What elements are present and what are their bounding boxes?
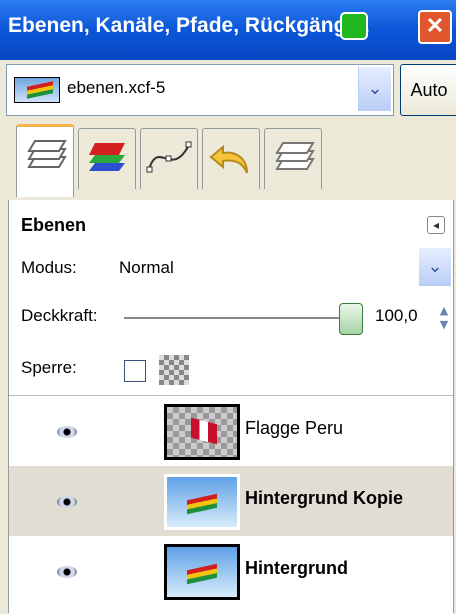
layer-name[interactable]: Hintergrund Kopie xyxy=(245,488,403,509)
tab-undo[interactable] xyxy=(202,128,260,189)
layer-name[interactable]: Hintergrund xyxy=(245,558,348,579)
lock-pixels-checkbox[interactable] xyxy=(124,360,146,382)
panel-menu-icon[interactable]: ◂ xyxy=(427,216,445,234)
layers-icon xyxy=(27,140,67,168)
image-thumbnail xyxy=(14,77,60,103)
eye-icon[interactable] xyxy=(57,566,77,578)
layer-row[interactable]: Flagge Peru xyxy=(9,396,453,466)
mode-select[interactable]: Normal xyxy=(119,258,174,278)
panel-title: Ebenen xyxy=(21,215,87,235)
eye-icon[interactable] xyxy=(57,496,77,508)
eye-icon[interactable] xyxy=(57,426,77,438)
layer-name[interactable]: Flagge Peru xyxy=(245,418,343,439)
layer-thumbnail xyxy=(164,404,240,460)
opacity-value[interactable]: 100,0 xyxy=(375,306,418,326)
layers-list: Flagge Peru Hintergrund Kopie Hintergrun… xyxy=(9,395,453,614)
chevron-down-icon[interactable]: ⌄ xyxy=(358,67,391,111)
lock-label: Sperre: xyxy=(21,358,77,377)
opacity-label: Deckkraft: xyxy=(21,306,98,325)
image-select[interactable]: ebenen.xcf-5 ⌄ xyxy=(6,64,394,116)
layer-row[interactable]: Hintergrund Kopie xyxy=(9,466,453,536)
opacity-spin-button[interactable]: ▲ ▼ xyxy=(437,304,451,334)
image-name: ebenen.xcf-5 xyxy=(67,78,166,97)
layers-icon xyxy=(275,142,315,170)
channels-icon xyxy=(89,143,125,171)
paths-icon xyxy=(146,141,192,173)
title-bar: Ebenen, Kanäle, Pfade, Rückgängi... ✕ xyxy=(0,0,456,60)
layer-thumbnail xyxy=(164,544,240,600)
tab-layers[interactable] xyxy=(16,124,74,197)
tab-paths[interactable] xyxy=(140,128,198,189)
layers-panel: Ebenen ◂ Modus: Normal ⌄ Deckkraft: 100,… xyxy=(8,200,454,614)
image-toolbar: ebenen.xcf-5 ⌄ Auto xyxy=(0,60,456,118)
mode-label: Modus: xyxy=(21,258,77,277)
lock-alpha-icon[interactable] xyxy=(159,355,189,385)
undo-icon xyxy=(209,144,248,174)
chevron-down-icon[interactable]: ⌄ xyxy=(419,248,451,286)
opacity-slider-track[interactable] xyxy=(124,317,352,319)
layer-row[interactable]: Hintergrund xyxy=(9,536,453,606)
dock-tabs xyxy=(0,118,456,198)
tab-history[interactable] xyxy=(264,128,322,189)
close-button[interactable]: ✕ xyxy=(418,10,452,44)
tab-channels[interactable] xyxy=(78,128,136,189)
auto-button[interactable]: Auto xyxy=(400,64,456,116)
window-badge-icon xyxy=(340,12,368,40)
opacity-slider-handle[interactable] xyxy=(339,303,363,335)
layer-thumbnail xyxy=(164,474,240,530)
